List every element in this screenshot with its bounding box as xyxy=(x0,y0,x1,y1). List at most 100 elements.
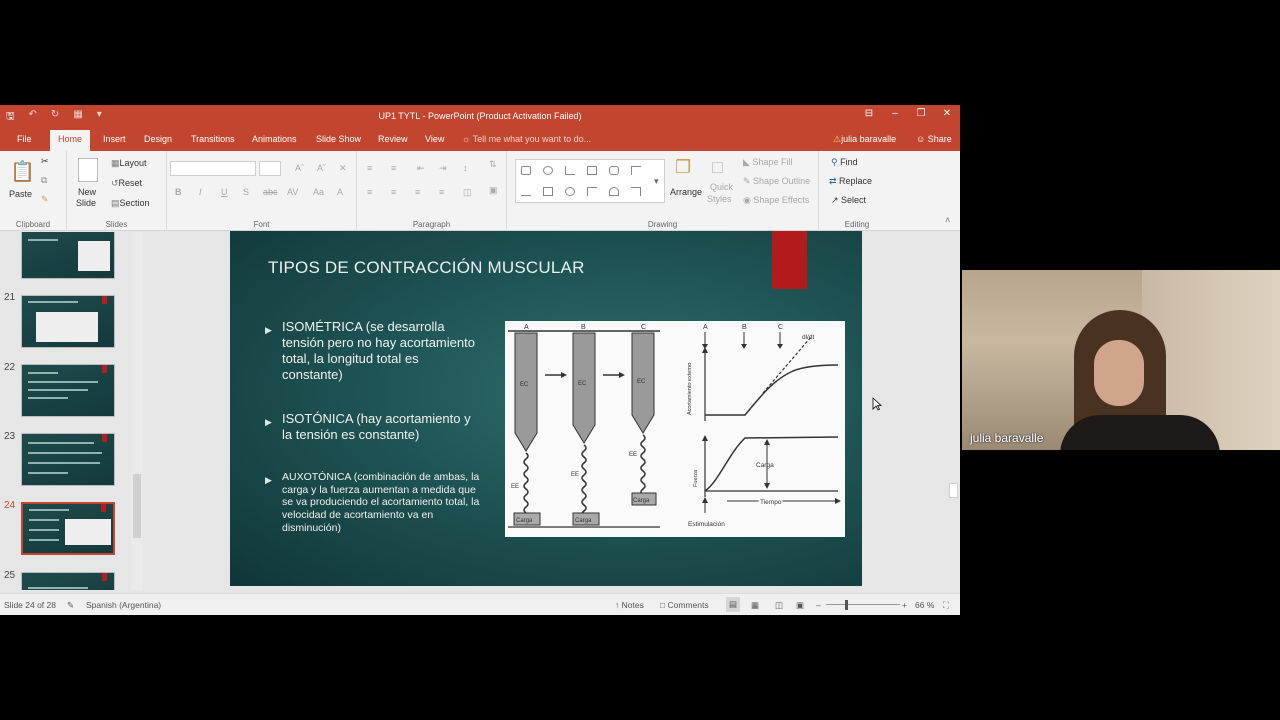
increase-font-icon[interactable]: Aˆ xyxy=(295,163,304,173)
tell-me-search[interactable]: ☼ Tell me what you want to do... xyxy=(462,134,591,144)
replace-button[interactable]: ⇄ Replace xyxy=(829,176,872,187)
smartart-icon[interactable]: ▣ xyxy=(489,185,498,196)
slide-scrollbar[interactable] xyxy=(947,232,960,590)
font-name-input[interactable] xyxy=(170,161,256,176)
line-spacing-icon[interactable]: ↕ xyxy=(463,163,468,173)
align-right-icon[interactable]: ≡ xyxy=(415,187,420,197)
shape-effects-button[interactable]: ◉ Shape Effects xyxy=(743,195,809,206)
user-account[interactable]: ⚠julia baravalle xyxy=(833,134,896,145)
decrease-font-icon[interactable]: Aˇ xyxy=(317,163,326,173)
bullet-isotonica[interactable]: ▶ ISOTÓNICA (hay acortamiento y la tensi… xyxy=(265,411,480,443)
decrease-indent-icon[interactable]: ⇤ xyxy=(417,163,425,174)
shape-corner-icon[interactable] xyxy=(587,187,597,196)
zoom-slider[interactable] xyxy=(826,604,900,605)
select-button[interactable]: ↗ Select xyxy=(831,195,866,206)
quick-styles-button-line2[interactable]: Styles xyxy=(707,194,732,204)
bullets-icon[interactable]: ≡ xyxy=(367,163,372,173)
new-slide-button[interactable]: New xyxy=(78,187,96,197)
comments-button[interactable]: □ Comments xyxy=(660,600,709,610)
tab-design[interactable]: Design xyxy=(144,134,172,144)
slide-canvas[interactable]: TIPOS DE CONTRACCIÓN MUSCULAR ▶ ISOMÉTRI… xyxy=(230,231,862,586)
tab-slide-show[interactable]: Slide Show xyxy=(316,134,361,144)
columns-icon[interactable]: ◫ xyxy=(463,187,472,198)
slide-thumbnail-24[interactable] xyxy=(21,502,115,555)
zoom-out-icon[interactable]: – xyxy=(816,600,821,610)
strikethrough-icon[interactable]: abc xyxy=(263,187,278,197)
arrange-button[interactable]: Arrange xyxy=(670,187,702,197)
slide-thumbnail-25[interactable] xyxy=(21,572,115,590)
minimize-icon[interactable]: – xyxy=(890,108,900,119)
shape-fill-button[interactable]: ◣ Shape Fill xyxy=(743,157,792,168)
font-color-icon[interactable]: A xyxy=(337,187,343,197)
collapse-ribbon-icon[interactable]: ˄ xyxy=(945,215,950,225)
spell-check-icon[interactable]: ✎ xyxy=(67,600,74,611)
char-spacing-icon[interactable]: AV xyxy=(287,187,298,197)
shape-bracket-icon[interactable] xyxy=(631,187,641,196)
arrange-icon[interactable]: ❐ xyxy=(675,157,691,178)
shape-callout-icon[interactable] xyxy=(609,166,619,175)
cut-icon[interactable]: ✂ xyxy=(41,156,49,167)
reset-button[interactable]: ↺ Reset xyxy=(111,178,142,189)
shape-line-icon[interactable] xyxy=(565,166,575,175)
shapes-gallery[interactable]: ▾ xyxy=(515,159,665,203)
align-center-icon[interactable]: ≡ xyxy=(391,187,396,197)
slide-thumbnail-20[interactable] xyxy=(21,232,115,279)
paste-button[interactable]: Paste xyxy=(9,189,32,199)
reading-view-icon[interactable]: ◫ xyxy=(775,600,783,611)
shape-triangle-icon[interactable] xyxy=(609,187,619,196)
tab-file[interactable]: File xyxy=(17,134,32,144)
shape-arrow-icon[interactable] xyxy=(587,166,597,175)
thumbnails-scroll-handle[interactable] xyxy=(133,474,141,538)
shape-connector-icon[interactable] xyxy=(631,166,641,175)
notes-button[interactable]: ↑ Notes xyxy=(615,600,644,610)
clear-format-icon[interactable]: ✕ xyxy=(339,163,347,174)
copy-icon[interactable]: ⧉ xyxy=(41,175,47,186)
tab-transitions[interactable]: Transitions xyxy=(191,134,235,144)
quick-styles-button[interactable]: Quick xyxy=(710,182,733,192)
bullet-auxotonica[interactable]: ▶ AUXOTÓNICA (combinación de ambas, la c… xyxy=(265,471,482,535)
slide-scroll-handle[interactable] xyxy=(949,483,958,498)
muscle-contraction-figure[interactable]: A B C EC EE Carga EC EE Carga EC EE Carg… xyxy=(505,321,845,537)
slide-thumbnail-22[interactable] xyxy=(21,364,115,417)
language-indicator[interactable]: Spanish (Argentina) xyxy=(86,600,161,610)
zoom-in-icon[interactable]: + xyxy=(902,600,907,610)
slide-show-icon[interactable]: ▣ xyxy=(796,600,804,611)
format-painter-icon[interactable]: ✎ xyxy=(41,194,49,205)
ribbon-display-icon[interactable]: ⊟ xyxy=(864,108,874,119)
new-slide-button-line2[interactable]: Slide xyxy=(76,198,96,208)
section-button[interactable]: ▤ Section xyxy=(111,198,150,209)
shape-oval-icon[interactable] xyxy=(543,166,553,175)
quick-styles-icon[interactable]: □ xyxy=(712,157,723,178)
increase-indent-icon[interactable]: ⇥ xyxy=(439,163,447,174)
slide-sorter-icon[interactable]: ▦ xyxy=(751,600,759,611)
slide-thumbnail-21[interactable] xyxy=(21,295,115,348)
tab-review[interactable]: Review xyxy=(378,134,408,144)
shape-line2-icon[interactable] xyxy=(521,187,531,196)
close-icon[interactable]: ✕ xyxy=(942,108,952,119)
slide-title[interactable]: TIPOS DE CONTRACCIÓN MUSCULAR xyxy=(268,258,585,278)
new-slide-icon[interactable] xyxy=(78,158,98,182)
shapes-more-icon[interactable]: ▾ xyxy=(654,176,659,187)
shape-rectangle-icon[interactable] xyxy=(521,166,531,175)
find-button[interactable]: ⚲ Find xyxy=(831,157,858,168)
tab-animations[interactable]: Animations xyxy=(252,134,297,144)
numbering-icon[interactable]: ≡ xyxy=(391,163,396,173)
tab-view[interactable]: View xyxy=(425,134,444,144)
shape-square-icon[interactable] xyxy=(543,187,553,196)
align-left-icon[interactable]: ≡ xyxy=(367,187,372,197)
change-case-icon[interactable]: Aa xyxy=(313,187,324,197)
slide-thumbnail-23[interactable] xyxy=(21,433,115,486)
shape-outline-button[interactable]: ✎ Shape Outline xyxy=(743,176,810,187)
paste-icon[interactable]: 📋 xyxy=(10,159,35,184)
shadow-icon[interactable]: S xyxy=(243,187,249,197)
thumbnails-scrollbar[interactable] xyxy=(131,232,143,590)
shape-circle-icon[interactable] xyxy=(565,187,575,196)
share-button[interactable]: ☺ Share xyxy=(916,134,952,144)
bullet-isometrica[interactable]: ▶ ISOMÉTRICA (se desarrolla tensión pero… xyxy=(265,319,480,383)
tab-home[interactable]: Home xyxy=(50,130,91,151)
text-direction-icon[interactable]: ⇅ xyxy=(489,159,497,170)
normal-view-icon[interactable]: ▤ xyxy=(726,597,741,612)
tab-insert[interactable]: Insert xyxy=(103,134,126,144)
layout-button[interactable]: ▦ Layout xyxy=(111,158,147,169)
italic-icon[interactable]: I xyxy=(199,187,202,197)
